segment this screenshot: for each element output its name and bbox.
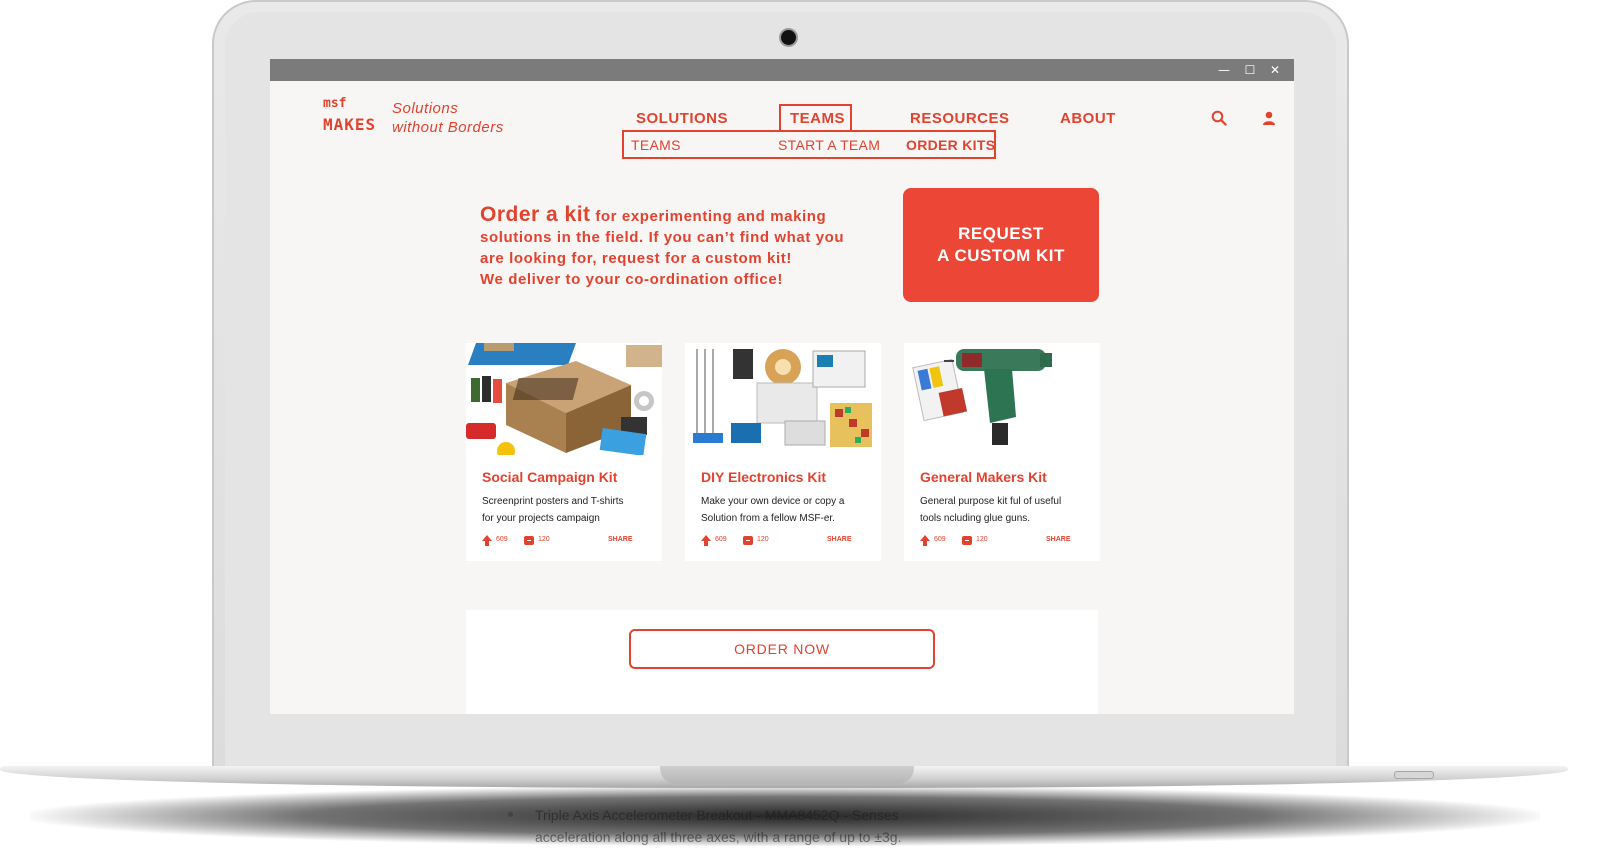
intro-delivery: We deliver to your co-ordination office! [480,271,783,288]
kit-desc-line: General purpose kit ful of useful [920,496,1062,507]
kit-description: General purpose kit ful of useful tools … [920,493,1090,527]
kit-desc-line: for your projects campaign [482,513,600,524]
window-titlebar: — ☐ ✕ [270,59,1294,81]
intro-text: Order a kit for experimenting and making… [480,204,870,290]
request-button-line-2: A CUSTOM KIT [937,246,1065,265]
close-icon[interactable]: ✕ [1266,61,1284,79]
kit-card-social-campaign[interactable]: Social Campaign Kit Screenprint posters … [466,343,662,561]
request-button-line-1: REQUEST [958,224,1044,243]
share-link[interactable]: SHARE [1046,536,1071,543]
kit-title[interactable]: General Makers Kit [920,469,1047,485]
kit-description: Screenprint posters and T-shirts for you… [482,493,652,527]
maximize-icon[interactable]: ☐ [1241,61,1259,79]
general-makers-kit-image [904,343,1100,455]
laptop-indicator [1394,771,1434,779]
kit-desc-line: Solution from a fellow MSF-er. [701,513,835,524]
request-custom-kit-button[interactable]: REQUEST A CUSTOM KIT [903,188,1099,302]
comment-count: 120 [538,536,550,543]
submenu-start-a-team[interactable]: START A TEAM [778,137,880,153]
below-screen-line-1: Triple Axis Accelerometer Breakout - MMA… [535,807,899,823]
list-bullet [508,812,513,817]
comment-icon[interactable] [524,536,534,545]
webcam [781,30,796,45]
comment-count: 120 [757,536,769,543]
upvote-count: 609 [496,536,508,543]
nav-teams[interactable]: TEAMS [790,110,845,127]
user-icon[interactable] [1261,110,1277,126]
kit-desc-line: tools ncluding glue guns. [920,513,1031,524]
browser-screen: — ☐ ✕ msf MAKES Solutions without Border… [270,59,1294,714]
below-screen-text: Triple Axis Accelerometer Breakout - MMA… [535,804,975,848]
tagline-line-2: without Borders [392,119,504,136]
kit-desc-line: Make your own device or copy a [701,496,845,507]
kit-card-general-makers[interactable]: General Makers Kit General purpose kit f… [904,343,1100,561]
share-link[interactable]: SHARE [608,536,633,543]
below-screen-line-2: acceleration along all three axes, with … [535,829,902,845]
logo-makes: MAKES [323,115,377,134]
upvote-arrow-icon[interactable] [482,535,492,546]
comment-icon[interactable] [743,536,753,545]
diy-electronics-kit-image [685,343,881,455]
kit-title[interactable]: Social Campaign Kit [482,469,617,485]
upvote-arrow-icon[interactable] [920,535,930,546]
upvote-arrow-icon[interactable] [701,535,711,546]
search-icon[interactable] [1211,110,1227,126]
laptop-hinge-notch [660,766,914,784]
kit-desc-line: Screenprint posters and T-shirts [482,496,624,507]
minimize-icon[interactable]: — [1215,61,1233,79]
kit-card-diy-electronics[interactable]: DIY Electronics Kit Make your own device… [685,343,881,561]
social-campaign-kit-image [466,343,662,455]
upvote-count: 609 [934,536,946,543]
kit-title[interactable]: DIY Electronics Kit [701,469,826,485]
nav-resources[interactable]: RESOURCES [910,110,1010,127]
kit-description: Make your own device or copy a Solution … [701,493,871,527]
submenu-teams[interactable]: TEAMS [631,137,681,153]
logo-msf: msf [323,96,347,111]
comment-icon[interactable] [962,536,972,545]
intro-lead: Order a kit [480,203,591,226]
nav-solutions[interactable]: SOLUTIONS [636,110,728,127]
order-now-button[interactable]: ORDER NOW [629,629,935,669]
submenu-order-kits[interactable]: ORDER KITS [906,137,995,153]
share-link[interactable]: SHARE [827,536,852,543]
comment-count: 120 [976,536,988,543]
nav-about[interactable]: ABOUT [1060,110,1116,127]
upvote-count: 609 [715,536,727,543]
tagline-line-1: Solutions [392,100,459,117]
